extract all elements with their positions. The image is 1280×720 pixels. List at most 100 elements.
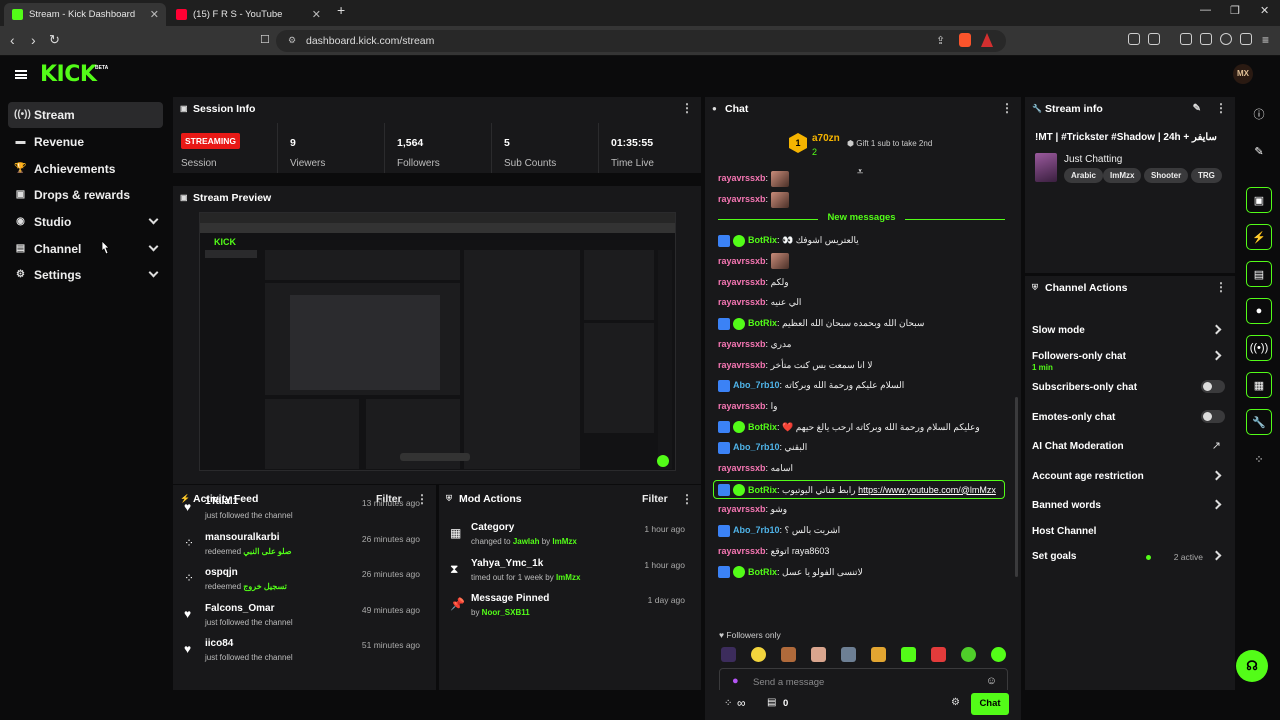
more-options-icon[interactable]: ⋮ [681, 493, 693, 505]
extensions-icon[interactable] [1128, 33, 1140, 45]
brave-shield-icon[interactable] [959, 33, 971, 47]
chat-username[interactable]: Abo_7rb10 [733, 380, 780, 390]
reload-icon[interactable]: ↻ [49, 32, 60, 48]
maximize-icon[interactable]: ❐ [1230, 4, 1240, 17]
emote-icon[interactable] [961, 647, 976, 662]
edit-icon[interactable]: ✎ [1193, 103, 1201, 114]
chat-username[interactable]: rayavrssxb [718, 297, 766, 307]
channel-action-followers-only-chat[interactable]: Followers-only chat 1 min [1032, 344, 1225, 372]
chat-toggle-icon[interactable]: ● [1246, 298, 1272, 324]
channel-action-ai-chat-moderation[interactable]: AI Chat Moderation ↗ [1032, 434, 1225, 460]
sidebar-item-drops[interactable]: ▣ Drops & rewards [8, 182, 163, 208]
chat-message[interactable]: BotRix: لاتنسى الفولو يا عسل [718, 563, 1005, 581]
stream-tag[interactable]: Arabic [1064, 168, 1103, 183]
menu-icon[interactable]: ≡ [1262, 32, 1269, 48]
chat-settings-icon[interactable]: ⚙ [951, 697, 960, 708]
activity-user[interactable]: Falcons_Omar [205, 603, 274, 614]
points-icon[interactable]: ⁘ [1246, 446, 1272, 472]
chat-message[interactable]: BotRix: رابط قناتي اليوتيوب https://www.… [713, 479, 1005, 499]
chat-username[interactable]: Abo_7rb10 [733, 525, 780, 535]
chat-username[interactable]: rayavrssxb [718, 401, 766, 411]
chat-username[interactable]: rayavrssxb [718, 463, 766, 473]
chat-message[interactable]: rayavrssxb: [718, 169, 1005, 187]
emote-icon[interactable] [841, 647, 856, 662]
sidebar-item-achievements[interactable]: 🏆 Achievements [8, 156, 163, 182]
activity-user[interactable]: mansouralkarbi [205, 532, 279, 543]
moderator-name[interactable]: Noor_SXB11 [482, 608, 530, 617]
new-tab-icon[interactable]: + [337, 2, 345, 18]
category-thumbnail[interactable] [1035, 153, 1057, 182]
chat-message[interactable]: rayavrssxb: raya8603 اتوقع [718, 542, 1005, 560]
more-options-icon[interactable]: ⋮ [1215, 281, 1227, 293]
more-options-icon[interactable]: ⋮ [1215, 102, 1227, 114]
emote-icon[interactable] [751, 647, 766, 662]
stream-tag[interactable]: ImMzx [1103, 168, 1142, 183]
category-name[interactable]: Just Chatting [1064, 154, 1122, 165]
sidebar-item-channel[interactable]: ▤ Channel [8, 236, 163, 262]
back-icon[interactable]: ‹ [10, 32, 15, 48]
points-icon[interactable]: ⁘ [724, 698, 732, 709]
chat-username[interactable]: rayavrssxb [718, 194, 766, 204]
emote-icon[interactable] [811, 647, 826, 662]
emote-icon[interactable] [781, 647, 796, 662]
avatar[interactable]: MX [1233, 64, 1253, 84]
activity-user[interactable]: iico84 [205, 638, 233, 649]
chat-message[interactable]: Abo_7rb10: السلام عليكم ورحمة الله وبركا… [718, 376, 1005, 394]
chat-username[interactable]: rayavrssxb [718, 173, 766, 183]
wallet-icon[interactable] [1200, 33, 1212, 45]
vpn-icon[interactable] [1240, 33, 1252, 45]
chat-message[interactable]: rayavrssxb: الي عنيه [718, 293, 1005, 311]
channel-action-account-age-restriction[interactable]: Account age restriction [1032, 464, 1225, 490]
channel-action-emotes-only-chat[interactable]: Emotes-only chat [1032, 405, 1225, 431]
chat-username[interactable]: BotRix [748, 422, 777, 432]
toggle-switch[interactable] [1201, 410, 1225, 423]
chat-message[interactable]: rayavrssxb: [718, 190, 1005, 208]
chat-message[interactable]: rayavrssxb: لا انا سمعت بس كنت متأخر [718, 356, 1005, 374]
emote-icon[interactable] [871, 647, 886, 662]
chat-message[interactable]: BotRix: وعليكم السلام ورحمة الله وبركاته… [718, 418, 1005, 436]
chat-message[interactable]: Abo_7rb10: اشربت بالس ؟ [718, 521, 1005, 539]
close-tab-icon[interactable]: ✕ [150, 8, 159, 21]
chat-message[interactable]: rayavrssxb: اسامه [718, 459, 1005, 477]
bookmark-icon[interactable]: ☐ [260, 32, 270, 48]
toggle-switch[interactable] [1201, 380, 1225, 393]
stream-video[interactable]: KICK [199, 212, 676, 471]
chat-username[interactable]: BotRix [748, 567, 777, 577]
mod-actions-toggle-icon[interactable]: ▤ [1246, 261, 1272, 287]
more-options-icon[interactable]: ⋮ [681, 102, 693, 114]
chat-message[interactable]: rayavrssxb: مدري [718, 335, 1005, 353]
moderator-name[interactable]: ImMzx [556, 573, 580, 582]
chat-username[interactable]: rayavrssxb [718, 277, 766, 287]
emote-icon[interactable] [721, 647, 736, 662]
tab-youtube[interactable]: (15) F R S - YouTube ✕ [168, 3, 328, 26]
emote-icon[interactable] [931, 647, 946, 662]
top-gifter-name[interactable]: a70zn [812, 133, 840, 144]
emoji-icon[interactable]: ☺ [986, 675, 997, 687]
stream-tag[interactable]: TRG [1191, 168, 1222, 183]
gift-sub-prompt[interactable]: ⬢ Gift 1 sub to take 2nd [847, 139, 932, 148]
channel-action-host-channel[interactable]: Host Channel [1032, 519, 1225, 545]
channel-action-slow-mode[interactable]: Slow mode [1032, 318, 1225, 344]
share-icon[interactable]: ⇪ [936, 34, 945, 47]
moderator-name[interactable]: ImMzx [552, 537, 576, 546]
stream-info-toggle-icon[interactable]: 🔧 [1246, 409, 1272, 435]
chat-username[interactable]: BotRix [748, 318, 777, 328]
session-toggle-icon[interactable]: ▦ [1246, 372, 1272, 398]
sidebar-item-stream[interactable]: ((•)) Stream [8, 102, 163, 128]
stream-tag[interactable]: Shooter [1144, 168, 1189, 183]
chat-input[interactable]: ● Send a message ☺ [719, 668, 1008, 690]
info-icon[interactable]: ⓘ [1246, 101, 1272, 127]
chat-username[interactable]: rayavrssxb [718, 339, 766, 349]
channel-action-set-goals[interactable]: Set goals 2 active [1032, 544, 1225, 570]
chat-username[interactable]: rayavrssxb [718, 546, 766, 556]
chat-message[interactable]: rayavrssxb: وشو [718, 500, 1005, 518]
activity-toggle-icon[interactable]: ⚡ [1246, 224, 1272, 250]
tab-kick-dashboard[interactable]: Stream - Kick Dashboard ✕ [4, 3, 166, 26]
minimize-icon[interactable]: — [1200, 4, 1211, 16]
forward-icon[interactable]: › [31, 32, 36, 48]
hamburger-menu-icon[interactable] [15, 70, 27, 79]
stream-preview-toggle-icon[interactable]: ▣ [1246, 187, 1272, 213]
chat-username[interactable]: BotRix [748, 235, 777, 245]
broadcast-toggle-icon[interactable]: ((•)) [1246, 335, 1272, 361]
mod-filter-button[interactable]: Filter [642, 493, 668, 505]
